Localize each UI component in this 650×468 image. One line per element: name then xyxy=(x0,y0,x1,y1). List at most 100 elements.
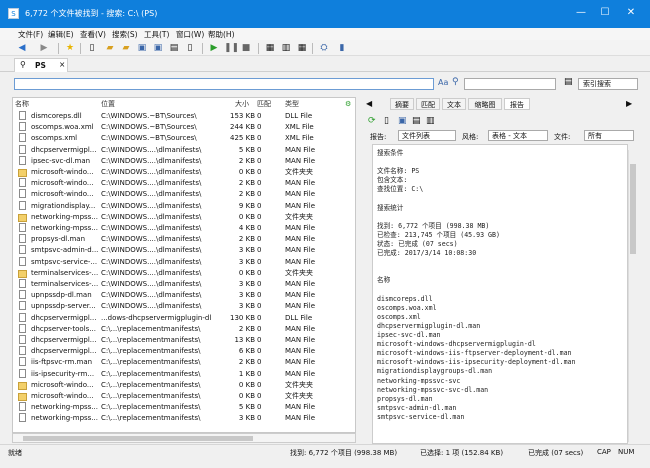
menu-view[interactable]: 查看(V) xyxy=(80,29,106,40)
menu-tools[interactable]: 工具(T) xyxy=(144,29,169,40)
text-case-icon[interactable]: Aa xyxy=(438,78,448,87)
file-row[interactable]: networking-mpss... C:\WINDOWS....\dlmanif… xyxy=(13,223,355,234)
grid-icon[interactable]: ▦ xyxy=(296,42,308,54)
tool-icon[interactable]: ⛭ xyxy=(318,42,330,54)
column-name[interactable]: 名称 xyxy=(15,98,29,110)
tab-matches[interactable]: 匹配 xyxy=(416,98,440,110)
stop-icon[interactable]: ■ xyxy=(240,42,252,54)
report-vertical-scrollbar[interactable] xyxy=(628,150,637,442)
file-row[interactable]: oscomps.woa.xml C:\WINDOWS.~BT\Sources\ 24… xyxy=(13,122,355,133)
report-scroll-thumb[interactable] xyxy=(630,164,636,254)
file-name: networking-mpss... xyxy=(31,403,99,412)
pane-left-arrow-icon[interactable]: ◀ xyxy=(366,99,372,108)
book-icon[interactable]: ▮ xyxy=(336,42,348,54)
folder-icon[interactable]: ▰ xyxy=(120,42,132,54)
file-row[interactable]: dhcpservermigpl... ...dows-dhcpservermigp… xyxy=(13,312,355,324)
file-row[interactable]: microsoft-windo... C:\...\replacementmani… xyxy=(13,391,355,402)
file-row[interactable]: networking-mpss... C:\WINDOWS....\dlmanif… xyxy=(13,212,355,223)
folder-icon xyxy=(18,213,27,222)
file-row[interactable]: dismcoreps.dll C:\WINDOWS.~BT\Sources\ 153… xyxy=(13,111,355,122)
save-report-icon[interactable]: ▣ xyxy=(398,116,407,126)
column-size[interactable]: 大小 xyxy=(235,98,249,110)
file-row[interactable]: microsoft-windo... C:\WINDOWS....\dlmanif… xyxy=(13,178,355,189)
file-row[interactable]: networking-mpss... C:\...\replacementmani… xyxy=(13,413,355,424)
file-row[interactable]: smtpsvc-service-... C:\WINDOWS....\dlmani… xyxy=(13,256,355,268)
refresh-icon[interactable]: ⟳ xyxy=(368,116,376,126)
search-icon[interactable]: ⚲ xyxy=(452,77,459,87)
column-type[interactable]: 类型 xyxy=(285,98,299,110)
file-location: C:\WINDOWS....\dlmanifests\ xyxy=(101,145,202,154)
tab-ps[interactable]: ⚲ PS × xyxy=(14,58,68,72)
close-button[interactable]: ✕ xyxy=(622,5,640,21)
search-input[interactable] xyxy=(14,78,434,90)
file-row[interactable]: terminalservices-... C:\WINDOWS....\dlman… xyxy=(13,268,355,279)
report-type-select[interactable]: 文件列表 xyxy=(398,130,456,141)
column-location[interactable]: 位置 xyxy=(101,98,115,110)
style-select[interactable]: 表格 - 文本 xyxy=(488,130,548,141)
file-location: C:\WINDOWS....\dlmanifests\ xyxy=(101,179,202,188)
start-search-icon[interactable]: ▶ xyxy=(208,42,220,54)
save-icon[interactable]: ▣ xyxy=(136,42,148,54)
file-row[interactable]: iis-ipsecurity-rm... C:\...\replacementma… xyxy=(13,368,355,380)
file-row[interactable]: terminalservices-... C:\WINDOWS....\dlman… xyxy=(13,279,355,290)
file-row[interactable]: iis-ftpsvc-rm.man C:\...\replacementmanif… xyxy=(13,357,355,368)
back-icon[interactable]: ◀ xyxy=(16,42,28,54)
file-row[interactable]: networking-mpss... C:\...\replacementmani… xyxy=(13,402,355,413)
file-row[interactable]: propsys-dl.man C:\WINDOWS....\dlmanifests… xyxy=(13,234,355,245)
file-size: 3 KB xyxy=(238,302,255,311)
column-match[interactable]: 匹配 xyxy=(257,98,271,110)
tab-text[interactable]: 文本 xyxy=(442,98,466,110)
new-file-icon[interactable]: ▯ xyxy=(86,42,98,54)
layout-icon[interactable]: ▥ xyxy=(280,42,292,54)
file-row[interactable]: dhcpservermigpl... C:\...\replacementmani… xyxy=(13,346,355,357)
column-options-icon[interactable]: ⚙ xyxy=(345,98,351,110)
save-as-icon[interactable]: ▣ xyxy=(152,42,164,54)
print-report-icon[interactable]: ▤ xyxy=(412,116,421,126)
menu-file[interactable]: 文件(F) xyxy=(18,29,43,40)
file-location: C:\WINDOWS.~BT\Sources\ xyxy=(101,134,197,143)
index-search-select[interactable]: 索引搜索 xyxy=(578,78,638,90)
tab-close-icon[interactable]: × xyxy=(59,60,65,69)
file-size: 9 KB xyxy=(238,201,255,210)
page-icon[interactable]: ▯ xyxy=(184,42,196,54)
favorite-star-icon[interactable]: ★ xyxy=(64,42,76,54)
file-row[interactable]: microsoft-windo... C:\WINDOWS....\dlmanif… xyxy=(13,167,355,178)
file-row[interactable]: upnpssdp-server... C:\WINDOWS....\dlmanif… xyxy=(13,301,355,312)
file-row[interactable]: dhcpservermigpl... C:\WINDOWS....\dlmanif… xyxy=(13,144,355,156)
horizontal-scrollbar[interactable] xyxy=(12,433,356,443)
file-name: networking-mpss... xyxy=(31,224,99,232)
tab-thumbnails[interactable]: 缩略图 xyxy=(468,98,502,110)
tab-report[interactable]: 报告 xyxy=(504,98,530,110)
file-row[interactable]: smtpsvc-admin-d... C:\WINDOWS....\dlmanif… xyxy=(13,245,355,256)
file-row[interactable]: upnpssdp-dl.man C:\WINDOWS....\dlmanifest… xyxy=(13,290,355,301)
menu-search[interactable]: 搜索(S) xyxy=(112,29,138,40)
menu-edit[interactable]: 编辑(E) xyxy=(48,29,74,40)
open-folder-icon[interactable]: ▰ xyxy=(104,42,116,54)
file-row[interactable]: microsoft-windo... C:\...\replacementmani… xyxy=(13,380,355,391)
copy-icon[interactable]: ▯ xyxy=(384,116,389,126)
scroll-thumb[interactable] xyxy=(23,436,253,441)
file-icon xyxy=(19,144,26,154)
file-row[interactable]: oscomps.xml C:\WINDOWS.~BT\Sources\ 425 KB… xyxy=(13,133,355,144)
report-line: 名称 xyxy=(377,276,391,285)
file-row[interactable]: dhcpservermigpl... C:\...\replacementmani… xyxy=(13,335,355,346)
maximize-button[interactable]: ☐ xyxy=(596,5,614,21)
view-icon[interactable]: ▦ xyxy=(264,42,276,54)
file-list[interactable]: 名称 位置 大小 匹配 类型 ⚙ dismcoreps.dll C:\WINDOW… xyxy=(12,97,356,433)
file-row[interactable]: ipsec-svc-dl.man C:\WINDOWS....\dlmanifes… xyxy=(13,155,355,167)
forward-icon[interactable]: ▶ xyxy=(38,42,50,54)
file-filter-select[interactable]: 所有 xyxy=(584,130,634,141)
menu-window[interactable]: 窗口(W) xyxy=(176,29,204,40)
print-icon[interactable]: ▤ xyxy=(168,42,180,54)
menu-help[interactable]: 帮助(H) xyxy=(208,29,235,40)
search-options-select[interactable] xyxy=(464,78,556,90)
minimize-button[interactable]: — xyxy=(572,5,590,21)
pane-right-arrow-icon[interactable]: ▶ xyxy=(626,99,632,108)
file-row[interactable]: migrationdisplay... C:\WINDOWS....\dlmani… xyxy=(13,200,355,212)
export-icon[interactable]: ▥ xyxy=(426,116,435,126)
title-bar: S 6,772 个文件被找到 - 搜索: C:\ (PS) — ☐ ✕ xyxy=(0,0,650,28)
pause-icon[interactable]: ❚❚ xyxy=(224,42,239,54)
file-row[interactable]: dhcpserver-tools... C:\...\replacementman… xyxy=(13,323,355,335)
file-row[interactable]: microsoft-windo... C:\WINDOWS....\dlmanif… xyxy=(13,189,355,200)
tab-summary[interactable]: 摘要 xyxy=(390,98,414,110)
